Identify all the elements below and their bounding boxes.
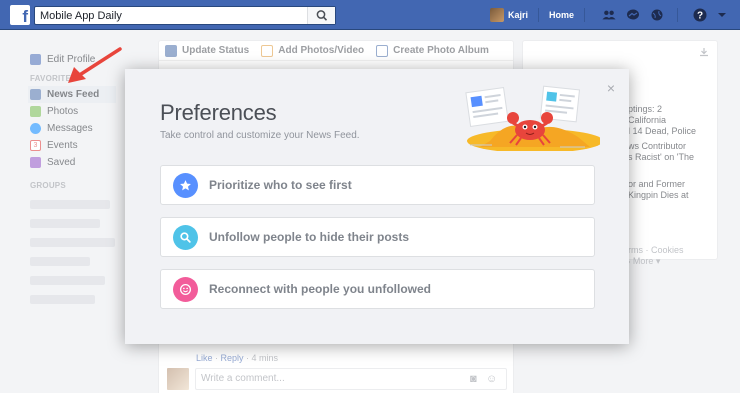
unfollow-option[interactable]: Unfollow people to hide their posts	[160, 217, 595, 257]
messages-icon[interactable]	[626, 9, 640, 21]
search-button[interactable]	[307, 7, 335, 24]
notifications-globe-icon[interactable]	[650, 9, 664, 21]
dialog-title: Preferences	[160, 100, 277, 125]
prioritize-option[interactable]: Prioritize who to see first	[160, 165, 595, 205]
star-icon	[173, 172, 198, 198]
dialog-subtitle: Take control and customize your News Fee…	[160, 130, 360, 141]
search-icon	[173, 224, 198, 250]
reconnect-option[interactable]: Reconnect with people you unfollowed	[160, 269, 595, 309]
friend-requests-icon[interactable]	[602, 9, 616, 21]
close-icon[interactable]: ×	[607, 81, 615, 95]
search-icon	[316, 10, 328, 21]
search-input[interactable]	[35, 7, 305, 24]
crab-illustration	[465, 85, 600, 151]
preferences-dialog: × Preferences Take control and customize…	[125, 69, 629, 344]
help-icon[interactable]: ?	[693, 8, 707, 22]
option-label: Reconnect with people you unfollowed	[209, 282, 432, 296]
nav-divider	[677, 8, 679, 22]
home-link[interactable]: Home	[549, 10, 574, 20]
annotation-arrow-icon	[68, 47, 122, 83]
facebook-logo[interactable]: f	[10, 5, 30, 25]
profile-link[interactable]: Kajri	[508, 10, 528, 20]
nav-divider	[584, 8, 586, 22]
option-label: Unfollow people to hide their posts	[209, 230, 409, 244]
nav-divider	[538, 8, 540, 22]
chevron-down-icon[interactable]	[717, 9, 727, 21]
top-navigation-bar: f Kajri Home ?	[0, 0, 740, 30]
smile-icon	[173, 276, 198, 302]
svg-text:?: ?	[697, 11, 703, 22]
user-avatar[interactable]	[490, 8, 504, 22]
search-box	[34, 6, 336, 25]
option-label: Prioritize who to see first	[209, 178, 352, 192]
